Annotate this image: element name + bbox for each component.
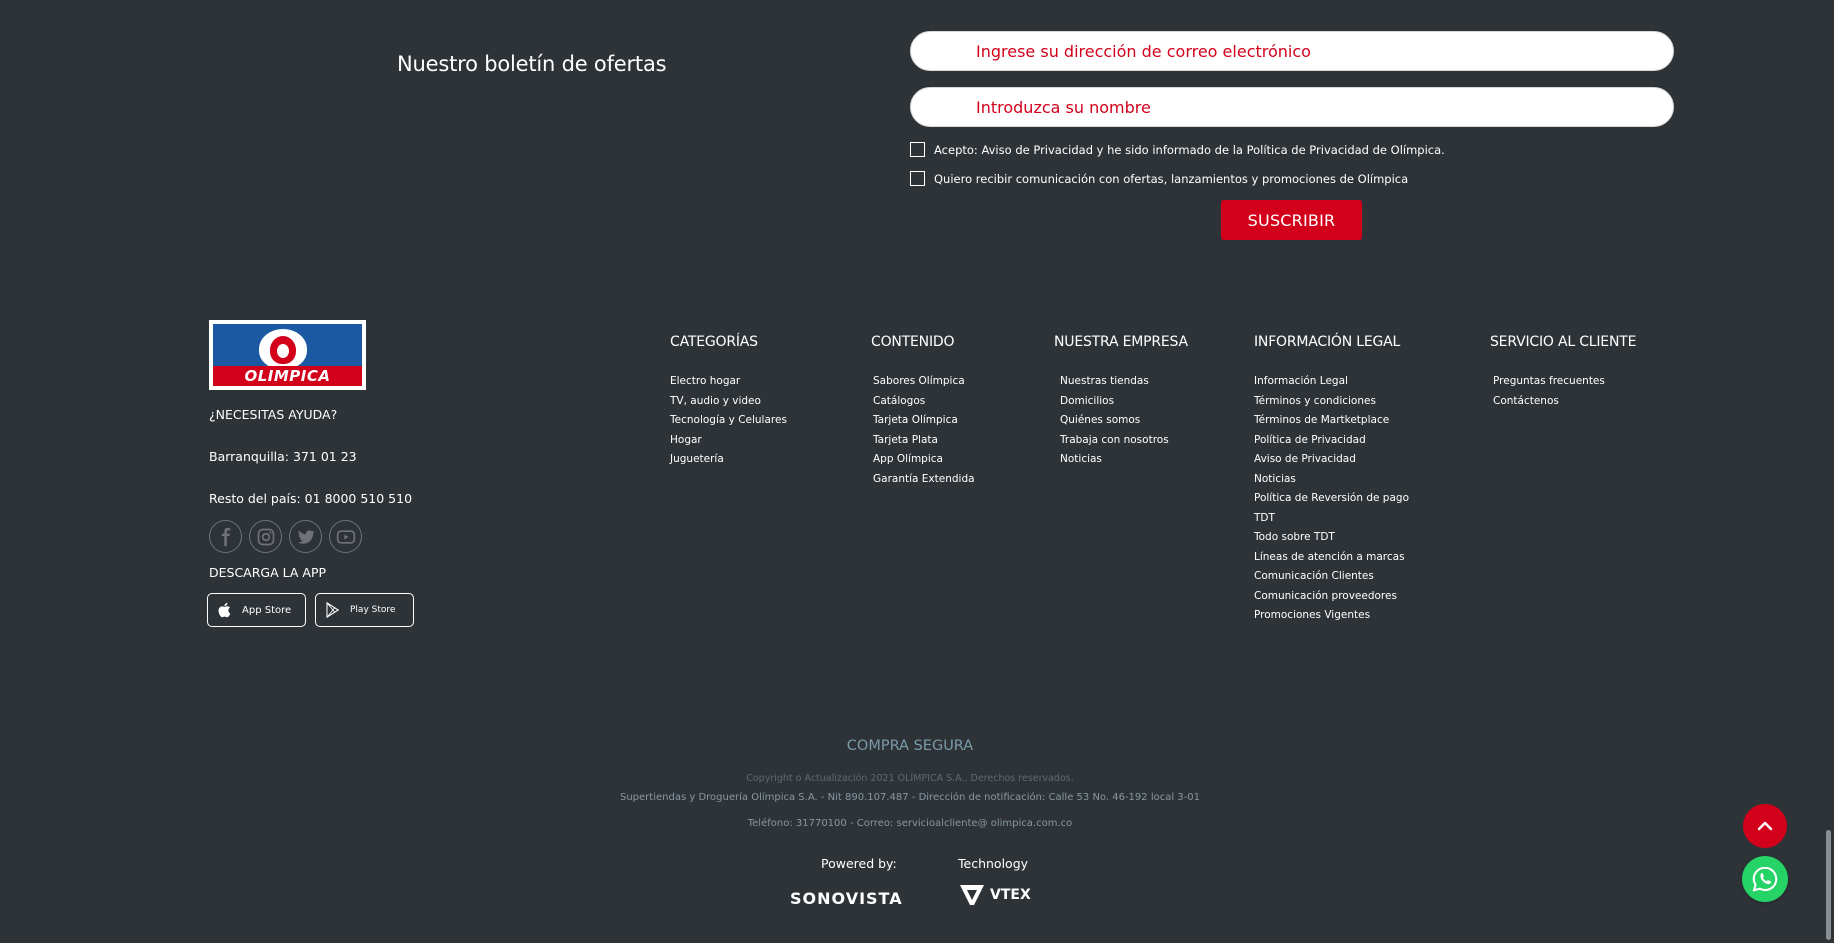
footer-link[interactable]: Sabores Olímpica xyxy=(873,374,975,394)
app-store-button[interactable]: App Store xyxy=(207,593,306,627)
contact-info: Teléfono: 3177010­0 - Correo: servicioal… xyxy=(747,818,1073,829)
footer-link[interactable]: App Olímpica xyxy=(873,452,975,472)
contenido-list: Sabores Olímpica Catálogos Tarjeta Olímp… xyxy=(873,374,975,491)
footer-link[interactable]: Comunicación Clientes xyxy=(1254,569,1409,589)
offers-checkbox[interactable] xyxy=(910,171,925,186)
footer-link[interactable]: Aviso de Privacidad xyxy=(1254,452,1409,472)
company-info: Supertiendas y Droguería Olímpica S.A. -… xyxy=(620,792,1200,803)
offers-consent-row: Quiero recibir comunicación con ofertas,… xyxy=(910,171,1408,186)
legal-heading: INFORMACIÓN LEGAL xyxy=(1254,334,1401,350)
apple-icon xyxy=(218,602,231,618)
servicio-heading: SERVICIO AL CLIENTE xyxy=(1490,334,1637,350)
newsletter-title: Nuestro boletín de ofertas xyxy=(397,52,667,76)
privacy-label: Acepto: Aviso de Privacidad y he sido in… xyxy=(934,142,1445,157)
scroll-to-top-button[interactable] xyxy=(1743,804,1787,848)
footer-link[interactable]: Tarjeta Plata xyxy=(873,433,975,453)
download-app-heading: DESCARGA LA APP xyxy=(209,565,327,580)
empresa-list: Nuestras tiendas Domicilios Quiénes somo… xyxy=(1060,374,1169,472)
footer-link[interactable]: Promociones Vigentes xyxy=(1254,608,1409,628)
footer-link[interactable]: Trabaja con nosotros xyxy=(1060,433,1169,453)
powered-by-label: Powered by: xyxy=(821,856,897,871)
categorias-heading: CATEGORÍAS xyxy=(670,334,758,350)
footer-link[interactable]: Domicilios xyxy=(1060,394,1169,414)
footer-link[interactable]: Juguetería xyxy=(670,452,787,472)
scrollbar-thumb[interactable] xyxy=(1826,830,1831,940)
instagram-icon[interactable] xyxy=(249,520,282,553)
twitter-icon[interactable] xyxy=(289,520,322,553)
copyright-text: Copyright o Actualización 2021 OLÍMPICA … xyxy=(746,773,1074,784)
footer-link[interactable]: Noticias xyxy=(1060,452,1169,472)
footer-link[interactable]: Política de Reversión de pago xyxy=(1254,491,1409,511)
footer-link[interactable]: Líneas de atención a marcas xyxy=(1254,550,1409,570)
footer-link[interactable]: Nuestras tiendas xyxy=(1060,374,1169,394)
footer-link[interactable]: Política de Privacidad xyxy=(1254,433,1409,453)
olimpica-logo[interactable]: OLIMPICA xyxy=(209,320,366,390)
contenido-heading: CONTENIDO xyxy=(871,334,955,350)
sonovista-logo[interactable]: SONOVISTA xyxy=(790,889,903,908)
servicio-list: Preguntas frecuentes Contáctenos xyxy=(1493,374,1605,413)
footer-link[interactable]: Electro hogar xyxy=(670,374,787,394)
facebook-icon[interactable] xyxy=(209,520,242,553)
phone-barranquilla: Barranquilla: 371 01 23 xyxy=(209,449,357,464)
footer-link[interactable]: Noticias xyxy=(1254,472,1409,492)
whatsapp-icon xyxy=(1752,866,1778,892)
play-store-label: Play Store xyxy=(350,605,396,615)
footer-link[interactable]: Contáctenos xyxy=(1493,394,1605,414)
categorias-list: Electro hogar TV, audio y video Tecnolog… xyxy=(670,374,787,472)
footer-link[interactable]: Tarjeta Olímpica xyxy=(873,413,975,433)
legal-list: Información Legal Términos y condiciones… xyxy=(1254,374,1409,628)
play-store-icon xyxy=(326,601,340,619)
name-input[interactable] xyxy=(910,87,1674,127)
vtex-logo[interactable]: VTEX xyxy=(958,883,1031,907)
secure-purchase-label: COMPRA SEGURA xyxy=(846,738,974,754)
empresa-heading: NUESTRA EMPRESA xyxy=(1054,334,1188,350)
play-store-button[interactable]: Play Store xyxy=(315,593,414,627)
subscribe-button[interactable]: SUSCRIBIR xyxy=(1221,200,1362,240)
help-heading: ¿NECESITAS AYUDA? xyxy=(209,407,338,422)
youtube-icon[interactable] xyxy=(329,520,362,553)
footer-link[interactable]: TDT xyxy=(1254,511,1409,531)
logo-text: OLIMPICA xyxy=(213,366,362,386)
scrollbar[interactable] xyxy=(1822,0,1834,943)
technology-label: Technology xyxy=(958,856,1029,871)
chevron-up-icon xyxy=(1757,821,1773,831)
footer-link[interactable]: Catálogos xyxy=(873,394,975,414)
footer-link[interactable]: Términos de Martketplace xyxy=(1254,413,1409,433)
vtex-icon xyxy=(960,885,984,905)
footer-link[interactable]: Quiénes somos xyxy=(1060,413,1169,433)
privacy-consent-row: Acepto: Aviso de Privacidad y he sido in… xyxy=(910,142,1445,157)
footer-link[interactable]: Tecnología y Celulares xyxy=(670,413,787,433)
footer-link[interactable]: Comunicación proveedores xyxy=(1254,589,1409,609)
footer-link[interactable]: Hogar xyxy=(670,433,787,453)
email-input[interactable] xyxy=(910,31,1674,71)
privacy-checkbox[interactable] xyxy=(910,142,925,157)
footer-link[interactable]: Todo sobre TDT xyxy=(1254,530,1409,550)
offers-label: Quiero recibir comunicación con ofertas,… xyxy=(934,171,1409,186)
phone-country: Resto del país: 01 8000 510 510 xyxy=(209,491,413,506)
footer-link[interactable]: Términos y condiciones xyxy=(1254,394,1409,414)
app-store-label: App Store xyxy=(242,604,292,616)
footer-link[interactable]: Información Legal xyxy=(1254,374,1409,394)
footer-link[interactable]: TV, audio y video xyxy=(670,394,787,414)
footer-link[interactable]: Garantía Extendida xyxy=(873,472,975,492)
vtex-text: VTEX xyxy=(990,887,1031,903)
whatsapp-button[interactable] xyxy=(1742,856,1788,902)
footer-link[interactable]: Preguntas frecuentes xyxy=(1493,374,1605,394)
